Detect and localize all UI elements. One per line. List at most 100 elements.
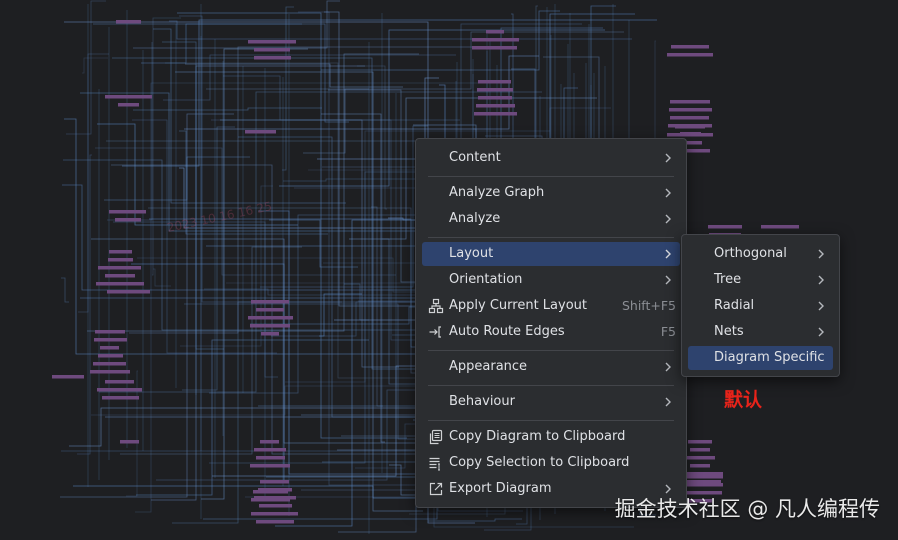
diagram-node — [98, 354, 123, 358]
diagram-node — [245, 130, 276, 134]
diagram-node — [100, 346, 119, 350]
diagram-edge — [120, 246, 302, 455]
diagram-node — [96, 282, 144, 286]
menu-item-orientation[interactable]: Orientation — [422, 268, 680, 292]
menu-separator — [428, 385, 674, 386]
diagram-node — [472, 46, 517, 50]
diagram-node — [250, 464, 290, 468]
diagram-node — [671, 45, 709, 49]
diagram-node — [260, 480, 289, 484]
menu-item-content[interactable]: Content — [422, 146, 680, 170]
annotation-default: 默认 — [724, 389, 763, 411]
diagram-node — [248, 316, 293, 320]
diagram-edge — [163, 54, 456, 101]
diagram-node — [486, 30, 504, 34]
diagram-node — [256, 308, 284, 312]
diagram-node — [95, 330, 125, 334]
diagram-node — [761, 225, 799, 229]
chevron-right-icon — [665, 153, 671, 163]
diagram-node — [669, 108, 712, 112]
diagram-node — [107, 290, 150, 294]
menu-separator — [428, 237, 674, 238]
submenu-item-tree[interactable]: Tree — [688, 268, 833, 292]
chevron-right-icon — [818, 275, 824, 285]
layout-submenu: Orthogonal Tree Radial Nets Diagram Spec… — [681, 234, 840, 377]
diagram-edge — [61, 277, 69, 303]
menu-item-appearance[interactable]: Appearance — [422, 355, 680, 379]
menu-item-layout[interactable]: Layout — [422, 242, 680, 266]
diagram-edge — [77, 154, 92, 455]
route-edges-icon — [429, 326, 441, 338]
diagram-edge — [82, 57, 108, 74]
menu-item-behaviour[interactable]: Behaviour — [422, 390, 680, 414]
diagram-edge — [104, 156, 250, 201]
menu-item-copy-diagram[interactable]: Copy Diagram to Clipboard — [422, 425, 680, 449]
chevron-right-icon — [818, 249, 824, 259]
diagram-edge — [60, 113, 234, 498]
menu-separator — [428, 176, 674, 177]
diagram-node — [251, 512, 298, 516]
diagram-node — [476, 104, 515, 108]
diagram-node — [98, 266, 141, 270]
menu-item-analyze[interactable]: Analyze — [422, 207, 680, 231]
diagram-node — [259, 504, 292, 508]
diagram-node — [93, 362, 126, 366]
diagram-edge — [66, 0, 106, 135]
menu-item-analyze-graph[interactable]: Analyze Graph — [422, 181, 680, 205]
chevron-right-icon — [665, 214, 671, 224]
diagram-node — [97, 388, 142, 392]
diagram-node — [109, 250, 132, 254]
chevron-right-icon — [818, 301, 824, 311]
diagram-node — [105, 380, 134, 384]
diagram-edge — [136, 339, 369, 496]
chevron-right-icon — [665, 249, 671, 259]
chevron-right-icon — [818, 327, 824, 337]
export-icon — [429, 482, 443, 496]
menu-separator — [428, 350, 674, 351]
menu-item-apply-current-layout[interactable]: Apply Current Layout Shift+F5 — [422, 294, 680, 318]
diagram-node — [256, 456, 285, 460]
diagram-node — [90, 370, 130, 374]
diagram-edge — [107, 42, 153, 221]
diagram-node — [105, 274, 135, 278]
diagram-edge — [184, 55, 539, 130]
diagram-context-menu: Content Analyze Graph Analyze Layout Ori… — [415, 138, 687, 508]
diagram-node — [254, 496, 296, 500]
watermark-text: 掘金技术社区 @ 凡人编程传 — [614, 497, 880, 521]
copy-selection-icon — [429, 457, 440, 471]
copy-icon — [429, 429, 443, 445]
chevron-right-icon — [665, 397, 671, 407]
diagram-edge — [133, 107, 322, 111]
diagram-node — [675, 125, 705, 129]
diagram-node — [116, 20, 141, 24]
diagram-node — [254, 448, 286, 452]
diagram-edge — [156, 389, 431, 481]
diagram-node — [670, 116, 709, 120]
diagram-node — [248, 40, 296, 44]
diagram-edge — [321, 113, 385, 443]
diagram-node — [260, 440, 279, 444]
diagram-node — [685, 456, 715, 460]
diagram-node — [109, 210, 146, 214]
diagram-node — [120, 440, 139, 444]
diagram-node — [102, 396, 139, 400]
diagram-edge — [152, 17, 181, 276]
diagram-node — [254, 48, 290, 52]
diagram-node — [670, 100, 710, 104]
menu-item-auto-route-edges[interactable]: Auto Route Edges F5 — [422, 320, 680, 344]
submenu-item-diagram-specific[interactable]: Diagram Specific — [688, 346, 833, 370]
diagram-node — [261, 332, 279, 336]
diagram-node — [667, 133, 713, 137]
diagram-edge — [428, 518, 522, 522]
diagram-edge — [282, 6, 294, 171]
submenu-item-radial[interactable]: Radial — [688, 294, 833, 318]
diagram-edge — [133, 0, 340, 49]
diagram-node — [690, 464, 710, 468]
diagram-node — [477, 88, 513, 92]
submenu-item-nets[interactable]: Nets — [688, 320, 833, 344]
diagram-node — [667, 53, 713, 57]
menu-item-copy-selection[interactable]: Copy Selection to Clipboard — [422, 451, 680, 475]
diagram-edge — [303, 88, 369, 154]
diagram-node — [478, 80, 511, 84]
submenu-item-orthogonal[interactable]: Orthogonal — [688, 242, 833, 266]
